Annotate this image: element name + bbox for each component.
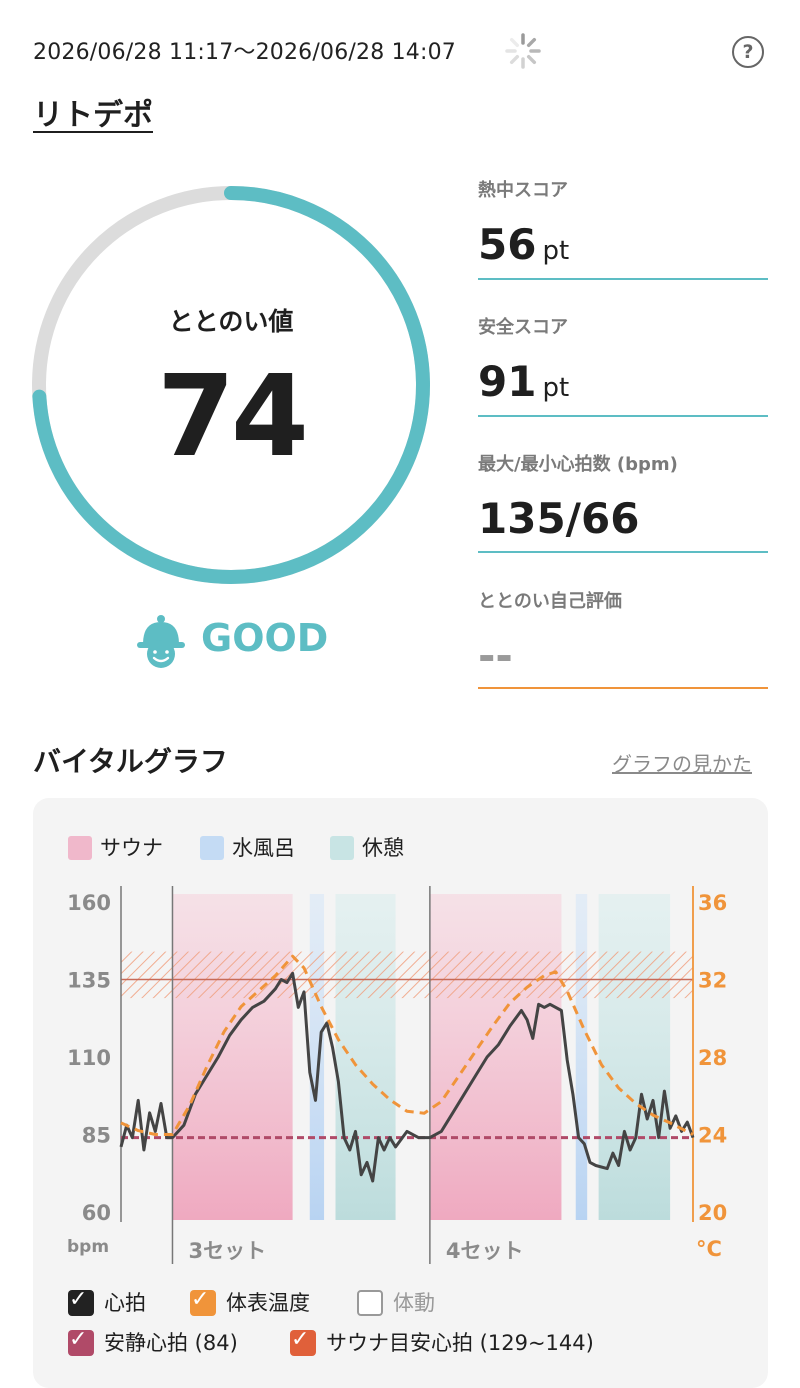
- left-tick-label: 110: [67, 1046, 111, 1070]
- legend-cold-bath: 水風呂: [200, 832, 295, 862]
- checkbox-checked-icon[interactable]: ✓: [290, 1327, 316, 1356]
- score-value: 74: [157, 352, 309, 482]
- phase-band-rest: [335, 894, 396, 1220]
- left-tick-label: 85: [82, 1124, 111, 1148]
- metric-self-evaluation[interactable]: ととのい自己評価 --: [478, 587, 768, 692]
- metric-divider: [478, 415, 768, 417]
- legend-rest: 休憩: [330, 832, 404, 862]
- metric-value: 135/66: [478, 494, 640, 543]
- legend-swatch: [68, 836, 92, 860]
- status-text: GOOD: [201, 616, 329, 660]
- right-tick-label: 36: [698, 891, 727, 915]
- metric-heat-score: 熱中スコア 56 pt: [478, 176, 768, 281]
- checkbox-checked-icon[interactable]: ✓: [68, 1327, 94, 1356]
- toggle-label: 心拍: [104, 1291, 146, 1315]
- metric-label: 安全スコア: [478, 317, 568, 338]
- checkbox-checked-icon[interactable]: ✓: [68, 1287, 94, 1316]
- set-label: 3セット: [188, 1239, 266, 1263]
- place-name-link[interactable]: リトデポ: [33, 90, 153, 134]
- phase-band-cold-bath: [309, 894, 325, 1220]
- right-tick-label: 24: [698, 1124, 727, 1148]
- toggle-heart-rate[interactable]: ✓ 心拍: [68, 1287, 146, 1317]
- metric-label: 熱中スコア: [478, 180, 568, 201]
- metric-unit: pt: [542, 373, 570, 403]
- metric-value: 91: [478, 357, 537, 406]
- metric-label: ととのい自己評価: [478, 591, 622, 612]
- right-tick-label: 28: [698, 1046, 727, 1070]
- toggle-resting-heart-rate[interactable]: ✓ 安静心拍 (84): [68, 1327, 238, 1357]
- set-label: 4セット: [446, 1239, 524, 1263]
- toggle-sauna-target-heart-rate[interactable]: ✓ サウナ目安心拍 (129~144): [290, 1327, 594, 1357]
- toggle-label: サウナ目安心拍 (129~144): [326, 1331, 594, 1355]
- left-tick-label: 135: [67, 969, 111, 993]
- toggle-body-motion[interactable]: 体動: [357, 1287, 435, 1317]
- sauna-target-band: [121, 951, 693, 999]
- toggle-skin-temperature[interactable]: ✓ 体表温度: [190, 1287, 310, 1317]
- metric-divider: [478, 687, 768, 689]
- legend-sauna: サウナ: [68, 832, 163, 862]
- metric-safety-score: 安全スコア 91 pt: [478, 313, 768, 418]
- metric-label: 最大/最小心拍数 (bpm): [478, 454, 678, 475]
- right-tick-label: 32: [698, 969, 727, 993]
- vital-chart: 160 135 110 85 60 36 32 28 24 20 bpm °C 3セット 4セット: [67, 886, 727, 1264]
- legend-swatch: [200, 836, 224, 860]
- right-axis-unit: °C: [696, 1237, 722, 1261]
- checkbox-unchecked-icon[interactable]: [357, 1290, 383, 1316]
- legend-label: 休憩: [362, 836, 404, 860]
- metric-unit: pt: [542, 236, 570, 266]
- legend-label: 水風呂: [232, 836, 295, 860]
- legend-label: サウナ: [100, 836, 163, 860]
- metric-value: --: [478, 631, 513, 680]
- metric-value: 56: [478, 220, 537, 269]
- left-tick-label: 160: [67, 891, 111, 915]
- date-range: 2026/06/28 11:17～2026/06/28 14:07: [33, 40, 456, 65]
- loading-spinner-icon: [505, 33, 541, 69]
- toggle-label: 体動: [393, 1291, 435, 1315]
- checkbox-checked-icon[interactable]: ✓: [190, 1287, 216, 1316]
- graph-howto-link[interactable]: グラフの見かた: [612, 748, 752, 777]
- left-tick-label: 60: [82, 1201, 111, 1225]
- right-tick-label: 20: [698, 1201, 727, 1225]
- metric-divider: [478, 551, 768, 553]
- status-indicator: GOOD: [135, 610, 365, 670]
- legend-swatch: [330, 836, 354, 860]
- phase-band-sauna: [429, 894, 562, 1220]
- metric-divider: [478, 278, 768, 280]
- help-icon[interactable]: ?: [732, 36, 764, 68]
- phase-band-sauna: [172, 894, 293, 1220]
- phase-band-cold-bath: [575, 894, 588, 1220]
- sauna-hat-face-icon: [137, 615, 185, 668]
- vital-graph-title: バイタルグラフ: [33, 745, 228, 778]
- toggle-label: 安静心拍 (84): [104, 1331, 238, 1355]
- score-label: ととのい値: [168, 307, 294, 336]
- metric-heart-rate: 最大/最小心拍数 (bpm) 135/66: [478, 450, 768, 555]
- toggle-label: 体表温度: [226, 1291, 310, 1315]
- phase-band-rest: [598, 894, 671, 1220]
- left-axis-unit: bpm: [67, 1237, 109, 1257]
